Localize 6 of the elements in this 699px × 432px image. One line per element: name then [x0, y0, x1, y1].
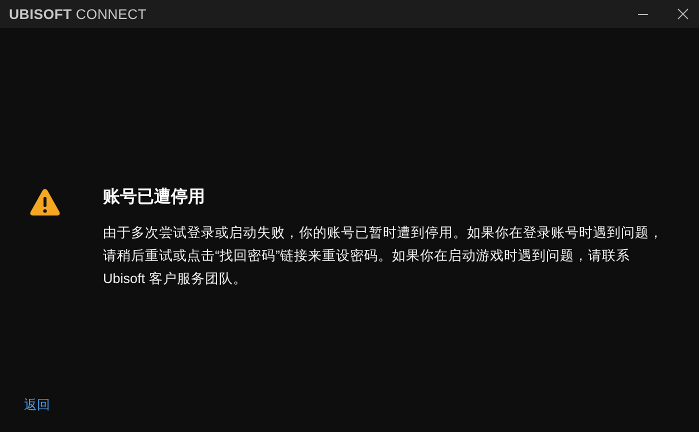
back-link[interactable]: 返回: [24, 397, 50, 412]
message-text: 由于多次尝试登录或启动失败，你的账号已暂时遭到停用。如果你在登录账号时遇到问题，请稍后重试或点击“找回密码”链接来重设密码。如果你在启动游戏时遇到问题，请联系 Ubisoft 客户服务团队。: [103, 224, 663, 288]
message-heading: 账号已遭停用: [103, 186, 206, 208]
window-title: UBISOFT CONNECT: [9, 6, 147, 22]
warning-icon: [29, 187, 61, 217]
close-icon[interactable]: [677, 8, 689, 20]
